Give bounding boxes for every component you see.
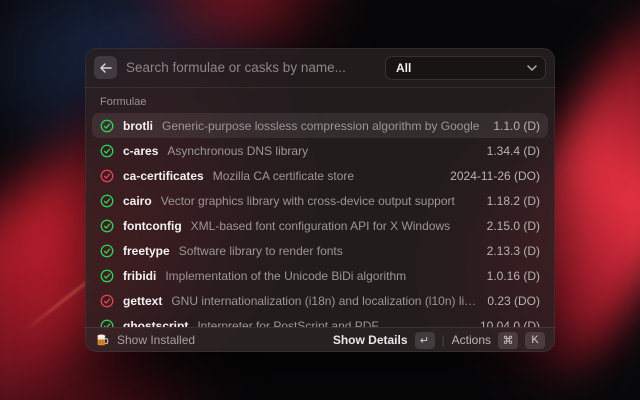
- formula-description: GNU internationalization (i18n) and loca…: [171, 294, 478, 308]
- footer-right: Show Details ↵ | Actions ⌘ K: [333, 332, 545, 349]
- show-details-button[interactable]: Show Details: [333, 333, 408, 347]
- check-circle-icon: [100, 319, 114, 328]
- formula-version: 1.1.0 (D): [493, 119, 540, 133]
- formula-description: Mozilla CA certificate store: [213, 169, 441, 183]
- return-key-badge[interactable]: ↵: [415, 332, 435, 349]
- list-item[interactable]: fribidi Implementation of the Unicode Bi…: [92, 263, 548, 288]
- check-circle-icon: [100, 269, 114, 283]
- formula-name: fontconfig: [123, 219, 182, 233]
- footer-left: Show Installed: [95, 333, 325, 347]
- check-circle-icon: [100, 219, 114, 233]
- formula-version: 1.18.2 (D): [487, 194, 540, 208]
- formula-name: brotli: [123, 119, 153, 133]
- list-item[interactable]: ca-certificates Mozilla CA certificate s…: [92, 163, 548, 188]
- list-item[interactable]: freetype Software library to render font…: [92, 238, 548, 263]
- check-circle-icon: [100, 119, 114, 133]
- check-circle-icon: [100, 144, 114, 158]
- formula-description: Implementation of the Unicode BiDi algor…: [165, 269, 477, 283]
- section-label: Formulae: [85, 88, 555, 113]
- formula-description: Generic-purpose lossless compression alg…: [162, 119, 484, 133]
- formula-version: 10.04.0 (D): [480, 319, 540, 328]
- footer-bar: Show Installed Show Details ↵ | Actions …: [85, 327, 555, 352]
- formulae-list: brotli Generic-purpose lossless compress…: [85, 113, 555, 327]
- list-item[interactable]: fontconfig XML-based font configuration …: [92, 213, 548, 238]
- formula-name: c-ares: [123, 144, 158, 158]
- filter-dropdown[interactable]: All: [385, 56, 546, 80]
- filter-selected-value: All: [396, 61, 527, 75]
- formula-description: Software library to render fonts: [179, 244, 478, 258]
- formula-description: Interpreter for PostScript and PDF: [197, 319, 471, 328]
- results-list-area: Formulae brotli Generic-purpose lossless…: [85, 88, 555, 327]
- formula-name: cairo: [123, 194, 152, 208]
- cmd-key-badge[interactable]: ⌘: [498, 332, 518, 349]
- formula-version: 0.23 (DO): [487, 294, 540, 308]
- search-palette-window: Search formulae or casks by name... All …: [85, 48, 555, 352]
- back-button[interactable]: [94, 56, 117, 79]
- beer-mug-icon: [95, 333, 109, 347]
- formula-description: Vector graphics library with cross-devic…: [161, 194, 478, 208]
- formula-version: 1.34.4 (D): [487, 144, 540, 158]
- footer-divider: |: [442, 333, 445, 347]
- formula-name: fribidi: [123, 269, 156, 283]
- actions-button[interactable]: Actions: [452, 333, 491, 347]
- list-item[interactable]: gettext GNU internationalization (i18n) …: [92, 288, 548, 313]
- formula-name: freetype: [123, 244, 170, 258]
- search-header: Search formulae or casks by name... All: [85, 48, 555, 88]
- check-circle-icon: [100, 244, 114, 258]
- show-installed-toggle[interactable]: Show Installed: [117, 333, 195, 347]
- check-circle-icon: [100, 294, 114, 308]
- check-circle-icon: [100, 169, 114, 183]
- arrow-left-icon: [100, 63, 112, 73]
- list-item[interactable]: ghostscript Interpreter for PostScript a…: [92, 313, 548, 327]
- list-item[interactable]: cairo Vector graphics library with cross…: [92, 188, 548, 213]
- k-key-badge[interactable]: K: [525, 332, 545, 349]
- list-item[interactable]: c-ares Asynchronous DNS library 1.34.4 (…: [92, 138, 548, 163]
- formula-version: 1.0.16 (D): [487, 269, 540, 283]
- list-item[interactable]: brotli Generic-purpose lossless compress…: [92, 113, 548, 138]
- formula-version: 2.13.3 (D): [487, 244, 540, 258]
- formula-version: 2.15.0 (D): [487, 219, 540, 233]
- search-input[interactable]: Search formulae or casks by name...: [126, 60, 385, 75]
- formula-name: gettext: [123, 294, 162, 308]
- formula-description: XML-based font configuration API for X W…: [191, 219, 478, 233]
- formula-description: Asynchronous DNS library: [167, 144, 477, 158]
- check-circle-icon: [100, 194, 114, 208]
- chevron-down-icon: [527, 65, 537, 71]
- formula-name: ghostscript: [123, 319, 188, 328]
- formula-version: 2024-11-26 (DO): [450, 169, 540, 183]
- formula-name: ca-certificates: [123, 169, 204, 183]
